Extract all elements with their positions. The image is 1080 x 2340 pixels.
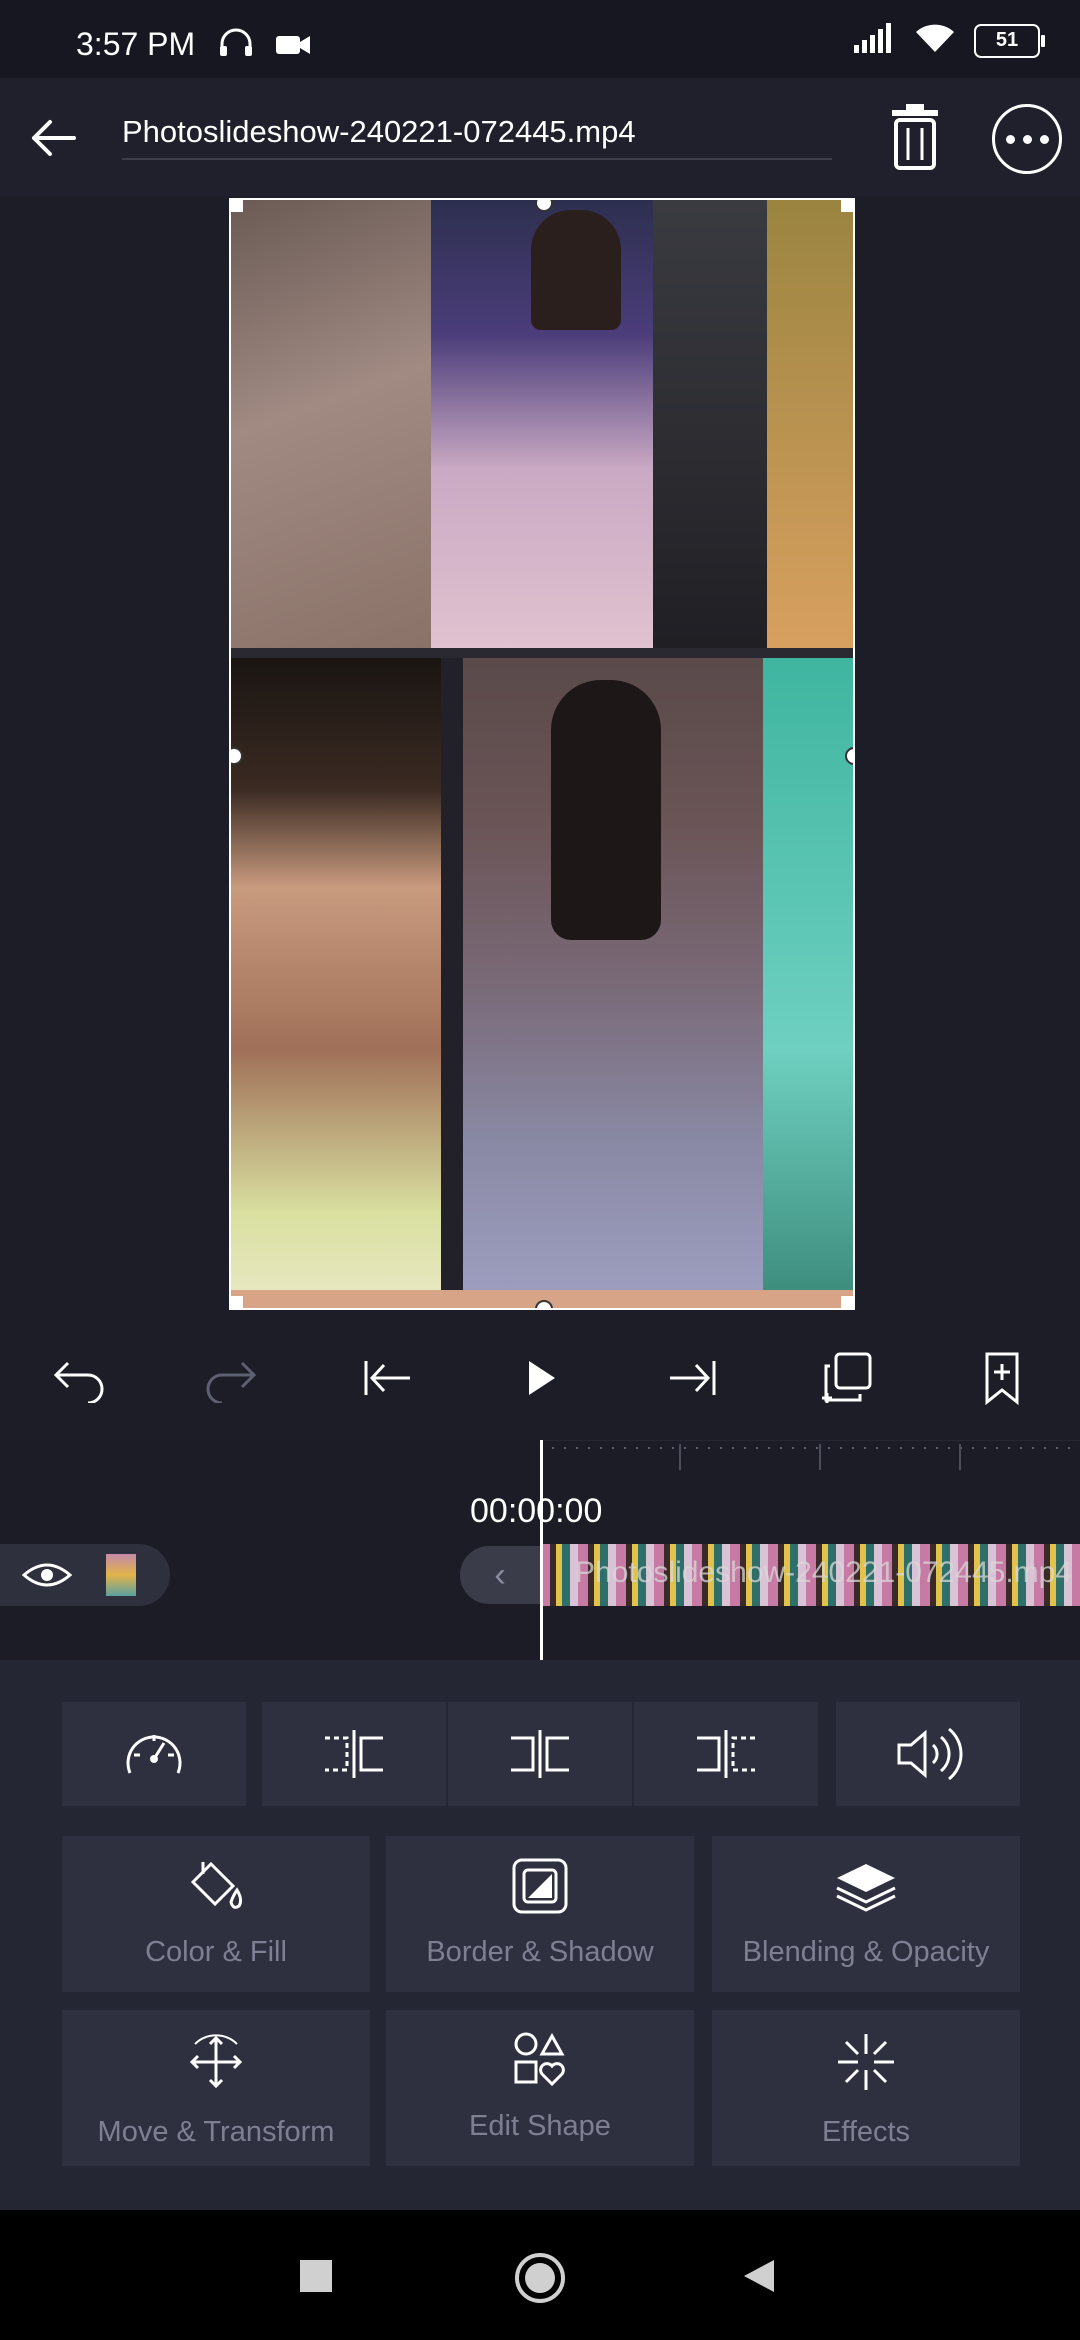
photo-tile <box>763 658 853 1308</box>
split-right-button[interactable] <box>634 1702 818 1806</box>
jump-to-start-button[interactable] <box>346 1338 426 1418</box>
move-transform-icon <box>62 2030 370 2094</box>
play-icon <box>529 1361 555 1395</box>
volume-icon <box>897 1727 963 1781</box>
clip-trim-handle[interactable]: ‹ <box>460 1546 540 1604</box>
back-arrow-icon <box>32 120 76 156</box>
photo-tile <box>551 680 661 940</box>
jump-to-end-button[interactable] <box>654 1338 734 1418</box>
photo-tile <box>767 200 853 648</box>
split-button[interactable] <box>448 1702 632 1806</box>
system-back-button[interactable] <box>740 2256 780 2301</box>
back-button[interactable] <box>24 108 84 168</box>
video-camera-icon <box>276 34 312 61</box>
recents-icon <box>300 2260 332 2292</box>
jump-end-icon <box>670 1361 716 1395</box>
speed-icon <box>126 1735 182 1774</box>
jump-start-icon <box>364 1361 410 1395</box>
corner-handle[interactable] <box>231 200 243 212</box>
chevron-left-icon: ‹ <box>494 1555 506 1594</box>
photo-tile <box>531 210 621 330</box>
battery-level: 51 <box>995 29 1019 51</box>
preview-frame[interactable] <box>229 198 855 1310</box>
corner-handle[interactable] <box>841 1296 853 1308</box>
corner-handle[interactable] <box>841 200 853 212</box>
signal-icon <box>852 23 896 58</box>
status-indicators: 51 <box>852 22 1045 59</box>
status-time: 3:57 PM <box>76 26 196 62</box>
track-thumbnail <box>106 1554 136 1596</box>
card-label: Border & Shadow <box>426 1936 654 1968</box>
border-shadow-icon <box>386 1856 694 1920</box>
more-options-button[interactable] <box>992 104 1062 174</box>
move-transform-button[interactable]: Move & Transform <box>62 2010 370 2166</box>
undo-icon <box>53 1361 104 1403</box>
card-label: Move & Transform <box>97 2116 335 2148</box>
trash-icon <box>892 104 938 170</box>
redo-icon <box>206 1361 257 1403</box>
split-right-icon <box>697 1730 755 1778</box>
color-fill-button[interactable]: Color & Fill <box>62 1836 370 1992</box>
file-title[interactable]: Photoslideshow-240221-072445.mp4 <box>122 114 832 160</box>
playhead[interactable] <box>540 1440 543 1660</box>
more-icon <box>1002 134 1053 144</box>
card-label: Effects <box>821 2116 911 2148</box>
corner-handle[interactable] <box>231 1296 243 1308</box>
speed-button[interactable] <box>62 1702 246 1806</box>
redo-button[interactable] <box>192 1338 272 1418</box>
shapes-icon <box>386 2030 694 2094</box>
volume-button[interactable] <box>836 1702 1020 1806</box>
split-icon <box>511 1730 569 1778</box>
duplicate-icon <box>822 1352 872 1403</box>
edit-shape-button[interactable]: Edit Shape <box>386 2010 694 2166</box>
wifi-icon <box>914 22 956 59</box>
paint-bucket-icon <box>62 1856 370 1920</box>
home-button[interactable] <box>514 2252 566 2309</box>
delete-button[interactable] <box>880 100 950 174</box>
layers-icon <box>712 1856 1020 1920</box>
home-icon <box>515 2253 565 2303</box>
back-icon <box>744 2260 774 2292</box>
blending-opacity-button[interactable]: Blending & Opacity <box>712 1836 1020 1992</box>
clip-name: Photoslideshow-240221-072445.mp4 <box>575 1556 1073 1589</box>
sparkle-icon <box>712 2030 1020 2094</box>
photo-divider <box>231 648 853 658</box>
border-shadow-button[interactable]: Border & Shadow <box>386 1836 694 1992</box>
bookmark-button[interactable] <box>962 1338 1042 1418</box>
photo-tile <box>441 658 463 1308</box>
photo-tile <box>231 200 431 648</box>
eye-icon[interactable] <box>21 1560 73 1595</box>
battery-icon: 51 <box>974 23 1045 58</box>
card-label: Edit Shape <box>469 2110 611 2142</box>
card-label: Color & Fill <box>145 1936 287 1968</box>
photo-tile <box>231 658 441 1308</box>
card-label: Blending & Opacity <box>742 1936 990 1968</box>
time-code: 00:00:00 <box>470 1492 603 1530</box>
undo-button[interactable] <box>38 1338 118 1418</box>
track-header[interactable] <box>0 1544 170 1606</box>
duplicate-button[interactable] <box>808 1338 888 1418</box>
split-left-button[interactable] <box>262 1702 446 1806</box>
bookmark-add-icon <box>985 1352 1019 1406</box>
effects-button[interactable]: Effects <box>712 2010 1020 2166</box>
timeline-ruler <box>540 1439 1080 1480</box>
split-left-icon <box>325 1730 383 1778</box>
headphones-icon <box>218 28 254 63</box>
recents-button[interactable] <box>298 2258 334 2299</box>
play-button[interactable] <box>500 1338 580 1418</box>
